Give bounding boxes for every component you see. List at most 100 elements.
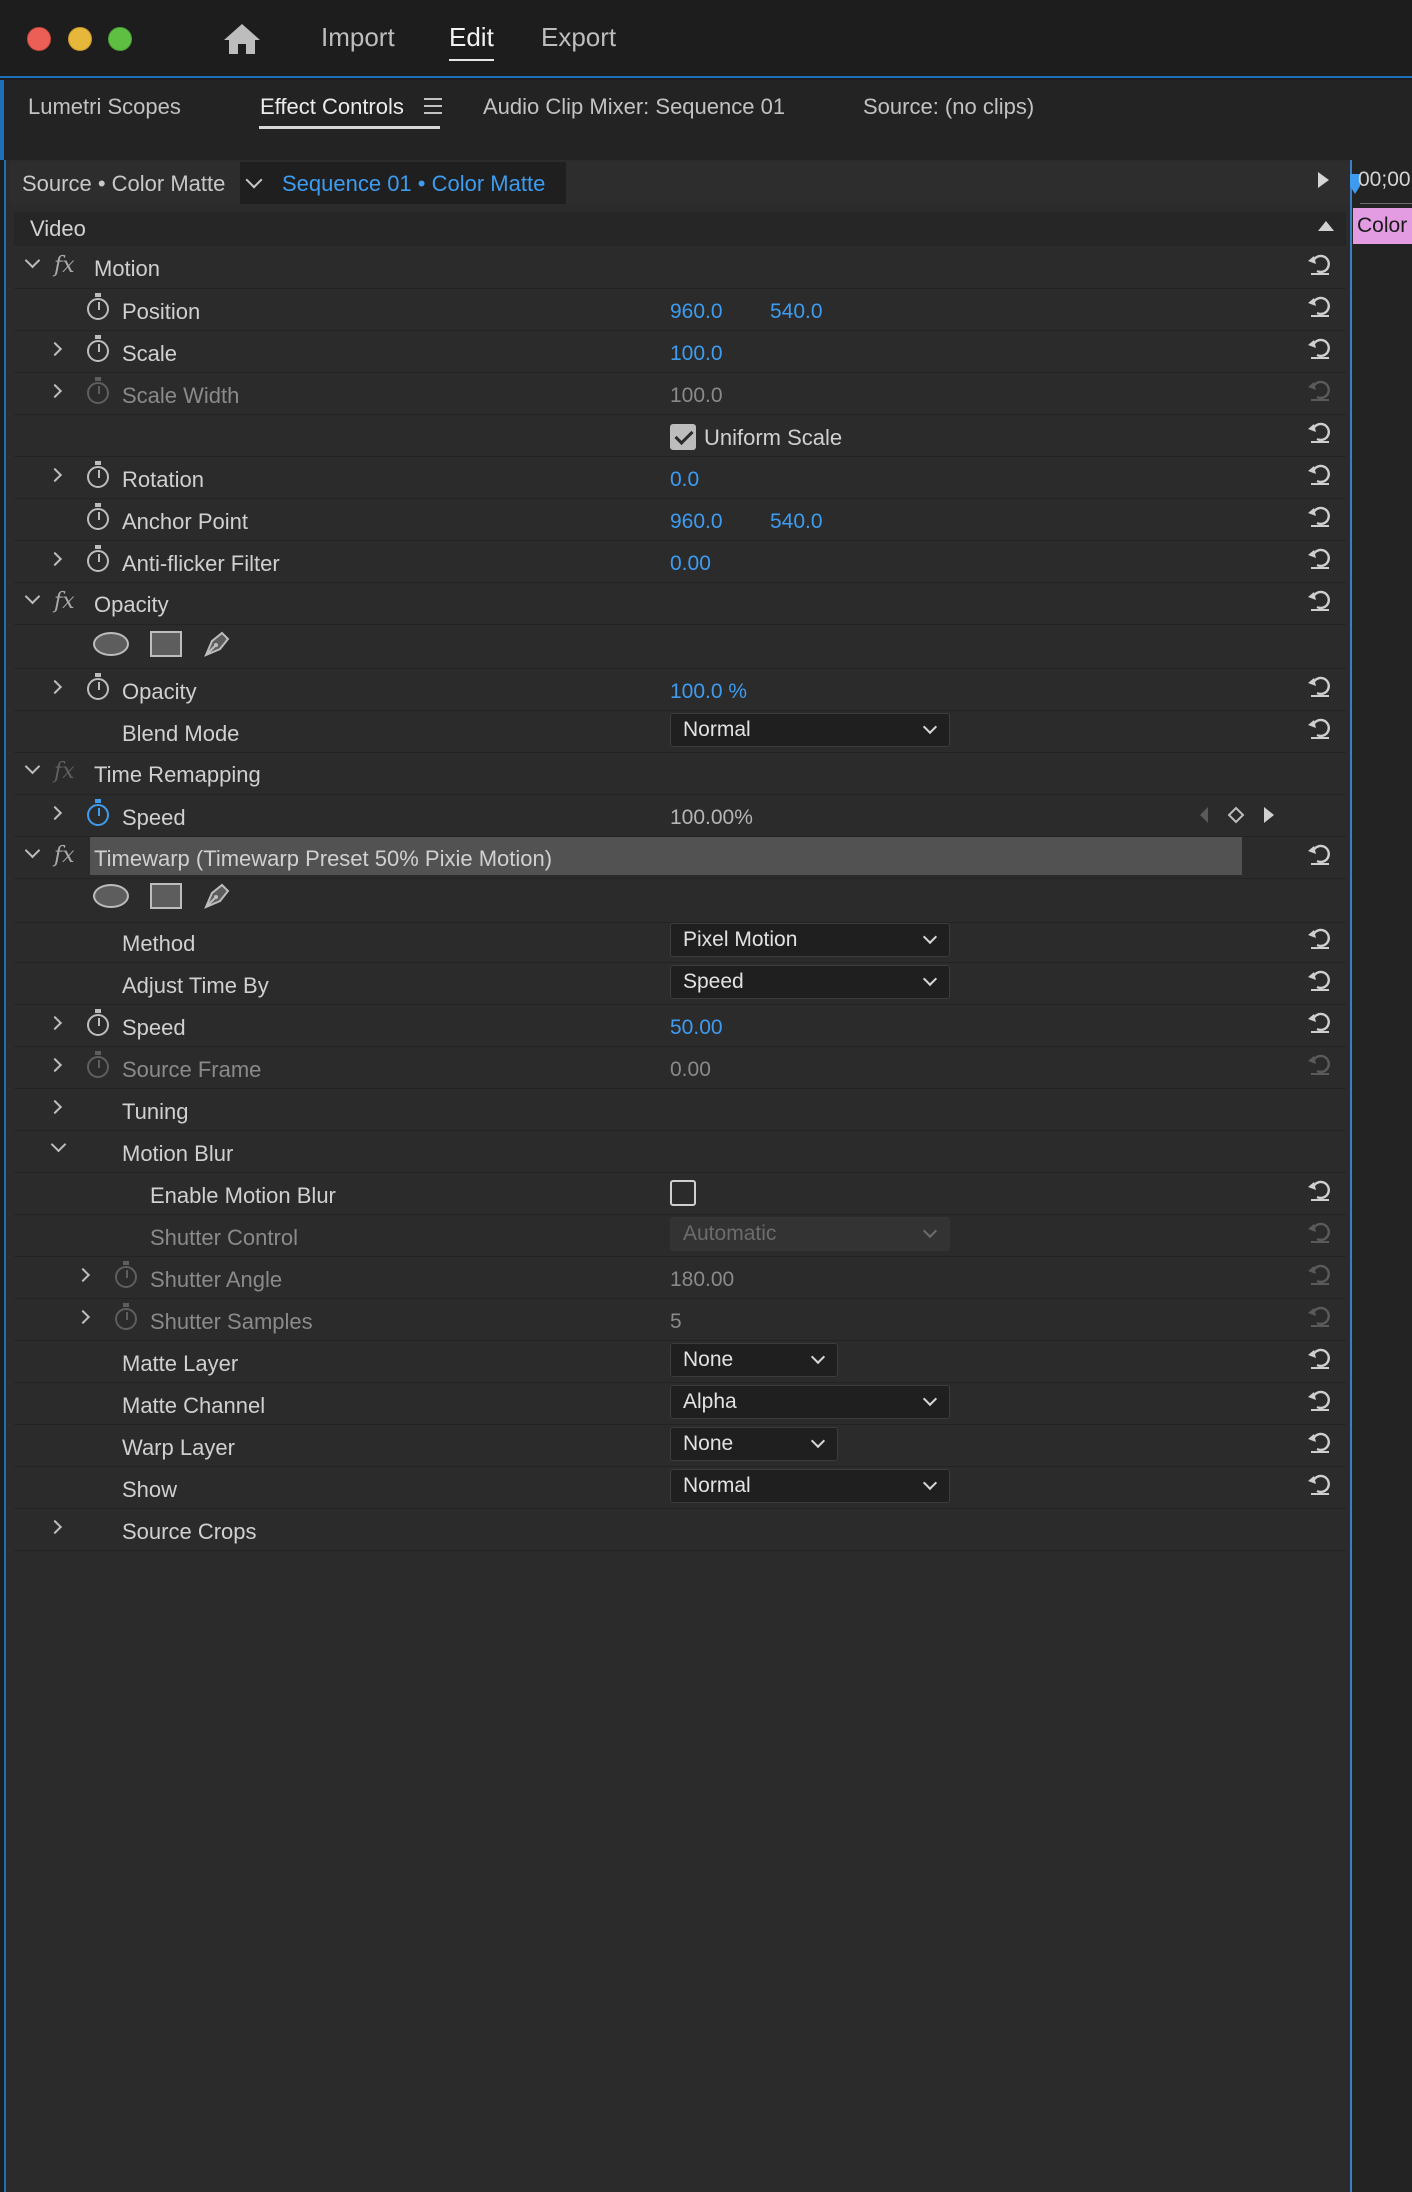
scale-value[interactable]: 100.0 [670, 342, 723, 366]
matte-channel-value: Alpha [683, 1390, 737, 1413]
close-window-button[interactable] [27, 27, 51, 51]
timewarp-speed-label: Speed [122, 1015, 186, 1040]
shutter-samples-label: Shutter Samples [150, 1309, 313, 1334]
reset-parameter-icon [1308, 1264, 1330, 1285]
chevron-down-icon [922, 1223, 938, 1239]
rotation-value[interactable]: 0.0 [670, 468, 699, 492]
method-dropdown[interactable]: Pixel Motion [670, 923, 950, 957]
fx-icon[interactable]: fx [54, 253, 75, 278]
rectangle-mask-icon[interactable] [150, 631, 182, 657]
uniform-scale-checkbox[interactable] [670, 424, 696, 450]
tab-source[interactable]: Source: (no clips) [863, 94, 1034, 120]
stopwatch-icon[interactable] [87, 503, 109, 530]
reset-parameter-icon[interactable] [1307, 546, 1333, 570]
home-icon[interactable] [222, 22, 262, 56]
matte-channel-dropdown[interactable]: Alpha [670, 1385, 950, 1419]
stopwatch-icon[interactable] [87, 673, 109, 700]
video-section-header [14, 212, 1346, 246]
enable-motion-blur-label: Enable Motion Blur [150, 1183, 336, 1208]
reset-parameter-icon[interactable] [1307, 420, 1333, 444]
position-x-value[interactable]: 960.0 [670, 300, 723, 324]
reset-parameter-icon[interactable] [1307, 336, 1333, 360]
reset-parameter-icon[interactable] [1307, 504, 1333, 528]
anchor-x-value[interactable]: 960.0 [670, 510, 723, 534]
matte-layer-dropdown[interactable]: None [670, 1343, 838, 1377]
enable-motion-blur-checkbox[interactable] [670, 1180, 696, 1206]
anti-flicker-value[interactable]: 0.00 [670, 552, 711, 576]
motion-effect-row [14, 247, 1346, 289]
reset-parameter-icon[interactable] [1307, 674, 1333, 698]
reset-parameter-icon [1308, 1054, 1330, 1075]
reset-parameter-icon[interactable] [1307, 462, 1333, 486]
pen-mask-icon[interactable] [202, 627, 234, 659]
fx-icon[interactable]: fx [54, 589, 75, 614]
fx-icon[interactable]: fx [54, 843, 75, 868]
remap-speed-value[interactable]: 100.00% [670, 806, 753, 830]
nav-export[interactable]: Export [541, 22, 616, 53]
tuning-label: Tuning [122, 1099, 189, 1124]
method-value: Pixel Motion [683, 928, 798, 951]
source-clip-label[interactable]: Source • Color Matte [22, 171, 225, 197]
position-y-value[interactable]: 540.0 [770, 300, 823, 324]
keyframe-navigator[interactable] [1198, 803, 1278, 827]
adjust-time-dropdown[interactable]: Speed [670, 965, 950, 999]
fx-icon[interactable]: fx [54, 759, 75, 784]
reset-parameter-icon[interactable] [1307, 252, 1333, 276]
warp-layer-label: Warp Layer [122, 1435, 235, 1460]
blend-mode-value: Normal [683, 718, 751, 741]
blend-mode-dropdown[interactable]: Normal [670, 713, 950, 747]
source-frame-value: 0.00 [670, 1058, 711, 1081]
rectangle-mask-icon[interactable] [150, 883, 182, 909]
reset-parameter-icon[interactable] [1307, 294, 1333, 318]
stopwatch-icon[interactable] [87, 1009, 109, 1036]
stopwatch-icon[interactable] [87, 335, 109, 362]
reset-parameter-icon[interactable] [1307, 968, 1333, 992]
reset-parameter-icon[interactable] [1307, 588, 1333, 612]
remap-speed-label: Speed [122, 805, 186, 830]
play-triangle-icon[interactable] [1318, 172, 1329, 188]
tab-audio-clip-mixer[interactable]: Audio Clip Mixer: Sequence 01 [483, 94, 785, 120]
anti-flicker-label: Anti-flicker Filter [122, 551, 280, 576]
reset-parameter-icon[interactable] [1307, 1430, 1333, 1454]
chevron-down-icon [922, 1475, 938, 1491]
timecode: 00;00 [1358, 168, 1411, 191]
reset-parameter-icon[interactable] [1307, 926, 1333, 950]
reset-parameter-icon[interactable] [1307, 1472, 1333, 1496]
reset-parameter-icon[interactable] [1307, 842, 1333, 866]
ellipse-mask-icon[interactable] [93, 884, 129, 908]
matte-channel-label: Matte Channel [122, 1393, 266, 1418]
pen-mask-icon[interactable] [202, 879, 234, 911]
reset-parameter-icon[interactable] [1307, 1346, 1333, 1370]
panel-menu-icon[interactable] [424, 98, 442, 114]
anchor-point-label: Anchor Point [122, 509, 248, 534]
opacity-value[interactable]: 100.0 % [670, 680, 747, 704]
minimize-window-button[interactable] [68, 27, 92, 51]
tab-effect-controls[interactable]: Effect Controls [260, 94, 404, 120]
tab-lumetri-scopes[interactable]: Lumetri Scopes [28, 94, 181, 120]
stopwatch-active-icon[interactable] [87, 799, 109, 826]
reset-parameter-icon[interactable] [1307, 1010, 1333, 1034]
nav-edit[interactable]: Edit [449, 22, 494, 61]
warp-layer-dropdown[interactable]: None [670, 1427, 838, 1461]
reset-parameter-icon[interactable] [1307, 1388, 1333, 1412]
position-label: Position [122, 299, 201, 324]
stopwatch-icon[interactable] [87, 293, 109, 320]
timeline-clip[interactable]: Color [1353, 208, 1412, 244]
motion-blur-label: Motion Blur [122, 1141, 234, 1166]
timewarp-speed-value[interactable]: 50.00 [670, 1016, 723, 1040]
ellipse-mask-icon[interactable] [93, 632, 129, 656]
collapse-triangle-icon[interactable] [1318, 221, 1334, 231]
show-dropdown[interactable]: Normal [670, 1469, 950, 1503]
reset-parameter-icon[interactable] [1307, 716, 1333, 740]
opacity-label: Opacity [122, 679, 197, 704]
motion-label: Motion [94, 256, 161, 281]
stopwatch-icon [115, 1261, 137, 1288]
nav-import[interactable]: Import [321, 22, 395, 53]
stopwatch-icon[interactable] [87, 545, 109, 572]
source-crops-label: Source Crops [122, 1519, 257, 1544]
reset-parameter-icon[interactable] [1307, 1178, 1333, 1202]
stopwatch-icon[interactable] [87, 461, 109, 488]
anchor-y-value[interactable]: 540.0 [770, 510, 823, 534]
sequence-clip-label[interactable]: Sequence 01 • Color Matte [282, 171, 545, 197]
zoom-window-button[interactable] [108, 27, 132, 51]
